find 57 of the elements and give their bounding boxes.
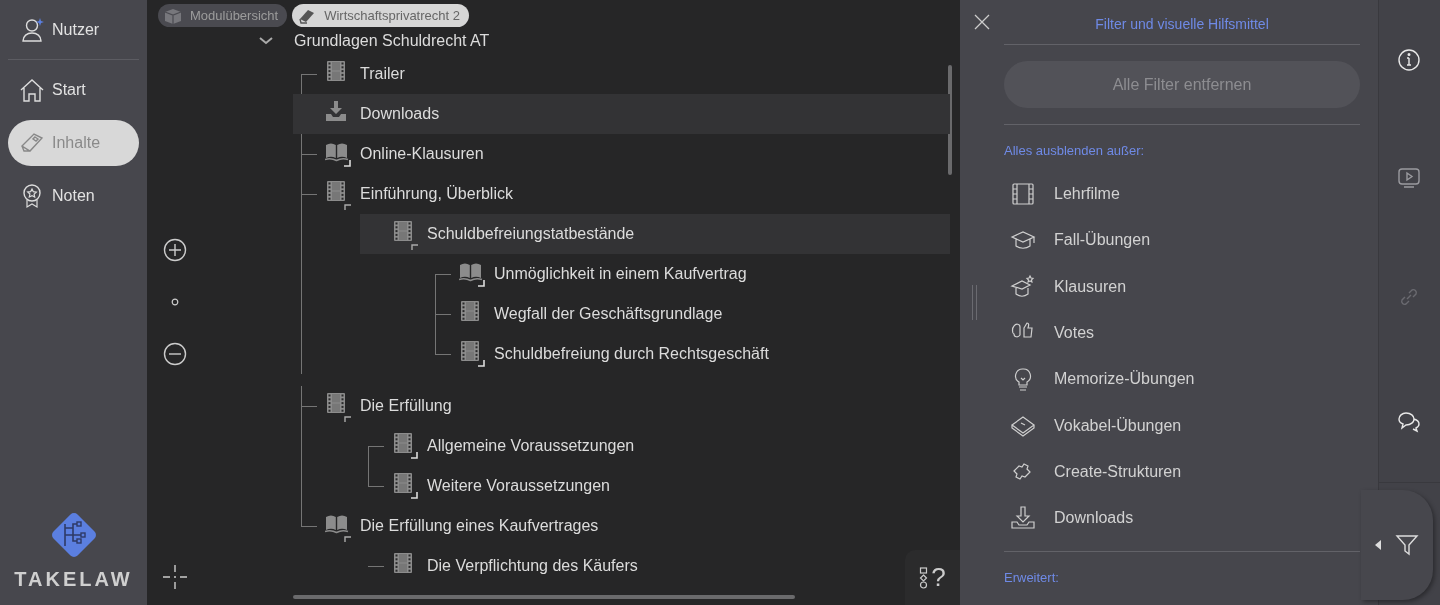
filter-option[interactable]: Lehrfilme: [1004, 171, 1360, 218]
close-icon: [973, 12, 991, 31]
logo-wordmark: TAKELAW: [14, 568, 133, 591]
home-icon: [19, 77, 45, 103]
tree-item[interactable]: Online-Klausuren: [293, 134, 492, 174]
sidebar-item[interactable]: Noten: [8, 173, 139, 219]
film-icon: [1010, 181, 1036, 208]
download-icon: [1010, 505, 1036, 532]
cap-star-icon: [1010, 273, 1036, 300]
tree-item[interactable]: Die Verpflichtung des Käufers: [360, 546, 646, 586]
tree-item[interactable]: Allgemeine Voraussetzungen: [360, 426, 643, 466]
crosshair-icon: [162, 564, 188, 590]
tree-item[interactable]: Schuldbefreiungstatbestände: [360, 214, 950, 254]
zoom-in-button[interactable]: [163, 238, 187, 262]
tree-item[interactable]: Die Erfüllung eines Kaufvertrages: [293, 506, 607, 546]
info-icon[interactable]: [1397, 48, 1421, 72]
tree-item[interactable]: Weitere Voraussetzungen: [360, 466, 618, 506]
circle-icon: [171, 298, 179, 306]
filter-option[interactable]: Create-Strukturen: [1004, 448, 1360, 496]
zoom-out-button[interactable]: [163, 342, 187, 366]
scrollbar[interactable]: [948, 65, 952, 175]
tree-item[interactable]: Grundlagen Schuldrecht AT: [258, 28, 490, 54]
sidebar-item[interactable]: Start: [8, 67, 139, 113]
reset-zoom-button[interactable]: [171, 298, 179, 306]
section-label: Erweitert:: [1004, 570, 1060, 586]
minus-icon: [163, 342, 187, 366]
center-view-button[interactable]: [162, 564, 188, 590]
sidebar-item[interactable]: Nutzer: [8, 7, 139, 53]
plus-icon: [163, 238, 187, 262]
filter-option[interactable]: Votes: [1004, 309, 1360, 357]
tree-item[interactable]: Downloads: [293, 94, 950, 134]
filter-tab[interactable]: [1361, 490, 1433, 600]
tree-item[interactable]: Die Erfüllung: [293, 386, 460, 426]
filter-icon: [1395, 533, 1419, 557]
filter-option[interactable]: Downloads: [1004, 495, 1360, 542]
breadcrumb-item[interactable]: Wirtschaftsprivatrecht 2: [292, 4, 469, 27]
caret-icon: [1375, 540, 1381, 550]
tree-item[interactable]: Einführung, Überblick: [293, 174, 521, 214]
filter-option[interactable]: Memorize-Übungen: [1004, 356, 1360, 403]
play-screen-icon[interactable]: [1397, 166, 1421, 190]
resize-handle[interactable]: [972, 285, 977, 320]
tree-item[interactable]: Wegfall der Geschäftsgrundlage: [427, 294, 731, 334]
tree-item[interactable]: Trailer: [293, 54, 413, 94]
shapes-icon: [919, 566, 929, 589]
tree-item[interactable]: Unmöglichkeit in einem Kaufvertrag: [427, 254, 755, 294]
filter-option[interactable]: Klausuren: [1004, 263, 1360, 310]
tree-item[interactable]: Schuldbefreiung durch Rechtsgeschäft: [427, 334, 777, 374]
scrollbar[interactable]: [293, 595, 795, 599]
filter-option[interactable]: Fall-Übungen: [1004, 217, 1360, 264]
chevron-icon: [258, 36, 274, 46]
help-button[interactable]: ?: [905, 550, 960, 605]
chat-icon[interactable]: [1397, 410, 1421, 434]
user-icon: [19, 17, 45, 43]
panel-title: Filter und visuelle Hilfsmittel: [1004, 0, 1360, 45]
section-label: Alles ausblenden außer:: [1004, 143, 1146, 158]
box-icon: [164, 7, 182, 24]
filter-option[interactable]: Vokabel-Übungen: [1004, 402, 1360, 449]
